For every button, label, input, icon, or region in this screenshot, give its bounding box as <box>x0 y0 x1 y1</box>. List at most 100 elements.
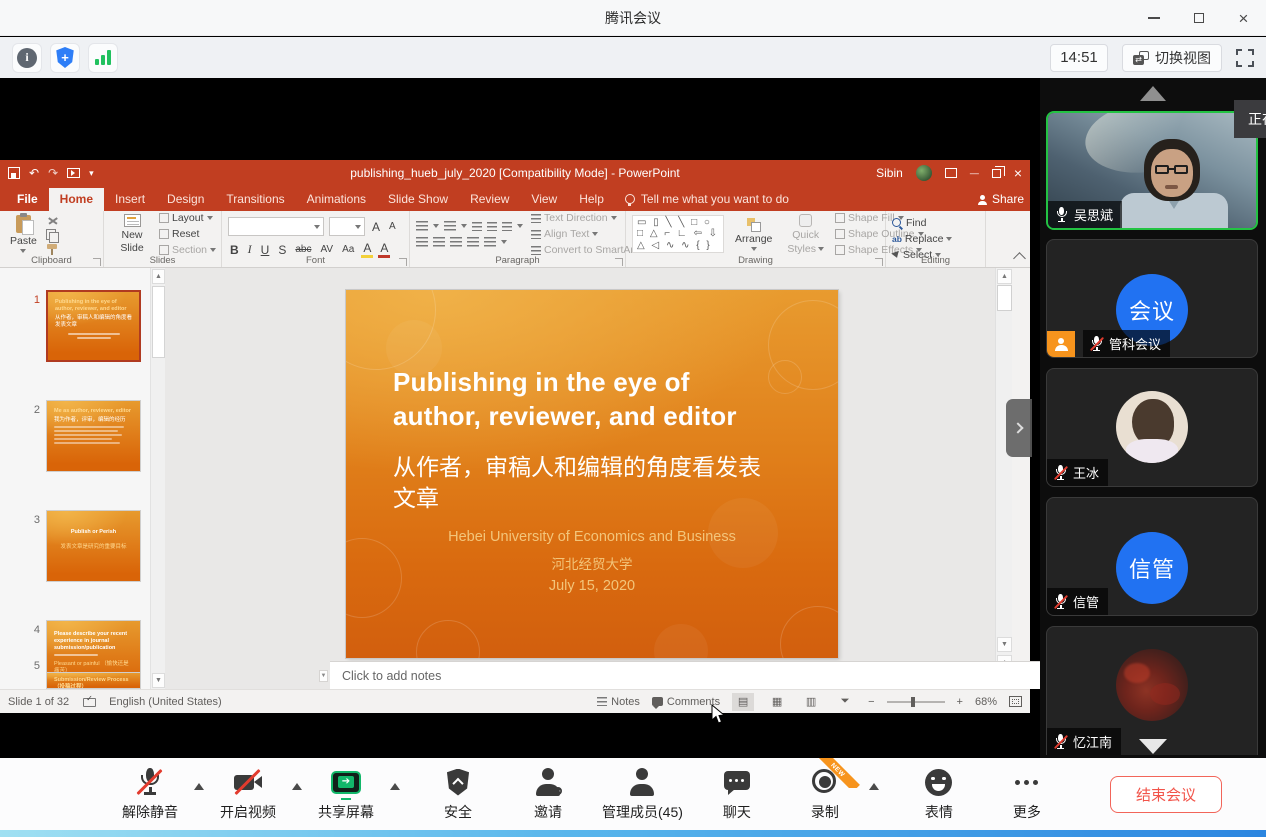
participant-tile-yijiangnan[interactable]: 忆江南 <box>1046 626 1258 755</box>
cut-icon[interactable] <box>46 215 59 226</box>
line-spacing-icon[interactable] <box>502 222 512 231</box>
invite-button[interactable]: + 邀请 <box>516 766 580 822</box>
copy-icon[interactable] <box>46 229 59 240</box>
minimize-button[interactable] <box>1131 0 1176 36</box>
scroll-down-icon[interactable]: ▼ <box>997 637 1012 652</box>
slide-scrollbar[interactable]: ▲ ▼ ⏶ ⏷ <box>995 268 1012 689</box>
fullscreen-button[interactable] <box>1236 49 1254 67</box>
tab-design[interactable]: Design <box>156 188 215 211</box>
slide-thumbnail-2[interactable]: Me as author, reviewer, editor 我为作者，评审，编… <box>46 400 141 472</box>
paste-button[interactable]: Paste <box>6 215 41 253</box>
tab-view[interactable]: View <box>520 188 568 211</box>
align-right-icon[interactable] <box>450 237 462 247</box>
ppt-close-icon[interactable]: × <box>1014 165 1022 181</box>
tab-slideshow[interactable]: Slide Show <box>377 188 459 211</box>
font-name-dropdown[interactable] <box>228 217 324 236</box>
audio-options-caret[interactable] <box>194 783 204 790</box>
shapes-gallery-row1[interactable]: ▭ ▯ ╲ ╲ □ ○ <box>637 217 719 229</box>
record-options-caret[interactable] <box>869 783 879 790</box>
grow-font-button[interactable]: A <box>370 220 382 234</box>
ppt-user-avatar[interactable] <box>916 165 932 181</box>
tab-file[interactable]: File <box>6 188 49 211</box>
tab-insert[interactable]: Insert <box>104 188 156 211</box>
slide-thumbnail-3[interactable]: Publish or Perish 发表文章是研究的重要目标 <box>46 510 141 582</box>
normal-view-button[interactable]: ▤ <box>732 693 754 711</box>
security-button[interactable]: 安全 <box>426 766 490 822</box>
zoom-slider[interactable] <box>887 701 945 703</box>
meeting-info-button[interactable]: i <box>12 43 42 73</box>
slideshow-view-button[interactable]: ⏷ <box>834 693 856 711</box>
maximize-button[interactable] <box>1176 0 1221 36</box>
manage-members-button[interactable]: 管理成员(45) <box>602 766 683 822</box>
justify-icon[interactable] <box>467 237 479 247</box>
tab-help[interactable]: Help <box>568 188 615 211</box>
record-button[interactable]: NEW 录制 <box>793 766 857 822</box>
ribbon-display-options-icon[interactable] <box>945 168 957 178</box>
quick-styles-button[interactable]: Quick Styles <box>783 214 828 255</box>
scroll-participants-down-icon[interactable] <box>1139 739 1167 754</box>
save-icon[interactable] <box>8 167 20 179</box>
find-button[interactable]: Find <box>892 217 979 229</box>
zoom-out-button[interactable]: − <box>868 696 874 708</box>
tab-review[interactable]: Review <box>459 188 520 211</box>
tab-transitions[interactable]: Transitions <box>215 188 295 211</box>
paragraph-dialog-launcher[interactable] <box>615 258 623 266</box>
chat-button[interactable]: 聊天 <box>705 766 769 822</box>
fit-slide-icon[interactable] <box>1009 696 1022 707</box>
bullets-icon[interactable] <box>416 221 428 231</box>
video-options-caret[interactable] <box>292 783 302 790</box>
layout-button[interactable]: Layout <box>159 212 216 224</box>
tab-animations[interactable]: Animations <box>296 188 377 211</box>
share-screen-button[interactable]: ➔ 共享屏幕 <box>314 766 378 822</box>
panel-collapse-handle[interactable] <box>1006 399 1032 457</box>
tell-me-box[interactable]: Tell me what you want to do <box>625 192 789 211</box>
more-button[interactable]: 更多 <box>995 766 1059 822</box>
qat-customize-icon[interactable]: ▾ <box>89 168 94 179</box>
start-video-button[interactable]: 开启视频 <box>216 766 280 822</box>
slide-sorter-view-button[interactable]: ▦ <box>766 693 788 711</box>
start-slideshow-icon[interactable] <box>67 168 80 178</box>
shapes-gallery-row2[interactable]: □ △ ⌐ ∟ ⇦ ⇩ <box>637 228 719 240</box>
shrink-font-button[interactable]: A <box>387 221 398 232</box>
thumbnail-scrollbar[interactable]: ▲ ▼ <box>150 268 165 689</box>
align-center-icon[interactable] <box>433 237 445 247</box>
language-indicator[interactable]: English (United States) <box>109 696 222 708</box>
strikethrough-button[interactable]: abc <box>293 244 313 255</box>
zoom-in-button[interactable]: + <box>957 696 963 708</box>
emoji-button[interactable]: 表情 <box>907 766 971 822</box>
ppt-restore-icon[interactable] <box>992 169 1001 178</box>
comments-toggle[interactable]: Comments <box>652 696 720 708</box>
slide-thumbnail-5[interactable]: Submission/Review Process （投稿过程） <box>46 672 141 689</box>
participant-tile-xinguan[interactable]: 信管 信管 <box>1046 497 1258 616</box>
scroll-thumb[interactable] <box>997 285 1012 311</box>
arrange-button[interactable]: Arrange <box>731 218 776 251</box>
redo-icon[interactable]: ↷ <box>48 166 58 180</box>
network-status-button[interactable] <box>88 43 118 73</box>
tab-home[interactable]: Home <box>49 188 104 211</box>
participant-tile-wangbing[interactable]: 王冰 <box>1046 368 1258 487</box>
notes-collapse-icon[interactable]: ▼ <box>319 670 328 682</box>
zoom-level[interactable]: 68% <box>975 696 997 708</box>
clipboard-dialog-launcher[interactable] <box>93 258 101 266</box>
change-case-button[interactable]: Aa <box>340 244 356 255</box>
unmute-button[interactable]: 解除静音 <box>118 766 182 822</box>
security-shield-button[interactable]: + <box>50 43 80 73</box>
font-dialog-launcher[interactable] <box>399 258 407 266</box>
zoom-slider-knob[interactable] <box>911 697 915 707</box>
end-meeting-button[interactable]: 结束会议 <box>1110 776 1222 813</box>
share-options-caret[interactable] <box>390 783 400 790</box>
thumb-scroll-up-icon[interactable]: ▲ <box>152 269 165 284</box>
shapes-gallery-row3[interactable]: △ ◁ ∿ ∿ { } <box>637 240 719 252</box>
columns-icon[interactable] <box>484 237 496 247</box>
align-left-icon[interactable] <box>416 237 428 247</box>
share-button[interactable]: Share <box>978 192 1024 211</box>
notes-toggle[interactable]: Notes <box>597 696 640 708</box>
new-slide-button[interactable]: New Slide <box>110 214 154 254</box>
char-spacing-button[interactable]: AV <box>318 244 335 255</box>
close-button[interactable]: × <box>1221 0 1266 36</box>
reading-view-button[interactable]: ▥ <box>800 693 822 711</box>
drawing-dialog-launcher[interactable] <box>875 258 883 266</box>
participant-tile-guanke[interactable]: 会议 管科会议 <box>1046 239 1258 358</box>
collapse-ribbon-icon[interactable] <box>1013 252 1026 265</box>
font-size-dropdown[interactable] <box>329 217 365 236</box>
